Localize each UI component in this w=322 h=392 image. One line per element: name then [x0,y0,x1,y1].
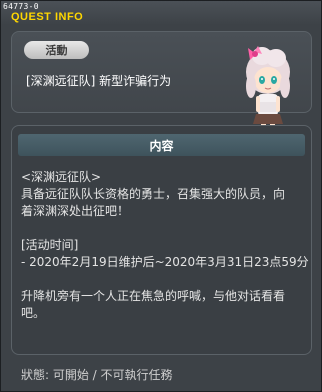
description-line: 升降机旁有一个人正在焦急的呼喊，与他对话看看 [21,289,286,303]
description-line: 吧。 [21,306,46,320]
description-line: 着深渊深处出征吧！ [21,204,130,218]
description-line: <深渊远征队> [21,170,102,184]
description-line [21,220,306,237]
description-line: - 2020年2月19日维护后~2020年3月31日23点59分 [21,255,309,269]
title-bar[interactable]: 64773-0 QUEST INFO [1,1,321,25]
window-title: QUEST INFO [11,11,84,23]
description-line [21,271,306,288]
quest-name: [深渊远征队] 新型诈骗行为 [26,74,172,88]
content-section-title: 内容 [18,134,305,156]
quest-description: <深渊远征队> 具备远征队队长资格的勇士，召集强大的队员，向 着深渊深处出征吧！… [21,169,309,322]
description-line: [活动时间] [21,238,79,252]
quest-type-badge: 活動 [24,41,89,59]
quest-status: 狀態: 可開始 / 不可執行任務 [21,368,173,382]
quest-info-window: 64773-0 QUEST INFO 活動 [深渊远征队] 新型诈骗行为 内容 … [0,0,322,392]
quest-header-panel: 活動 [深渊远征队] 新型诈骗行为 [11,31,312,138]
quest-id: 64773-0 [3,2,39,11]
description-line: 具备远征队队长资格的勇士，召集强大的队员，向 [21,187,286,201]
